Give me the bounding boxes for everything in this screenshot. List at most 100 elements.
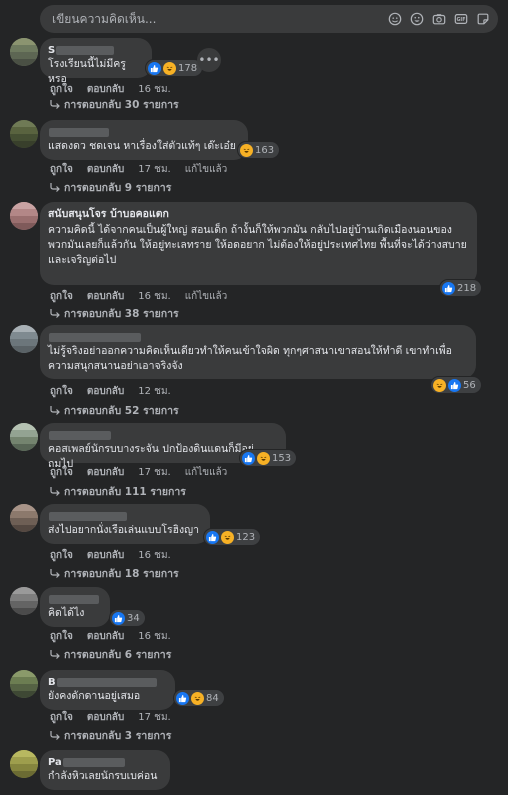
view-replies-link[interactable]: การตอบกลับ 9 รายการ	[50, 180, 171, 194]
comment-time[interactable]: 17 ชม.	[138, 162, 170, 177]
replies-count-label: การตอบกลับ 3 รายการ	[64, 729, 172, 742]
comment-text: ส่งไปอยากนั่งเรือเล่นแบบโรฮิงญา	[48, 524, 199, 536]
replies-count-label: การตอบกลับ 52 รายการ	[64, 404, 179, 417]
replies-count-label: การตอบกลับ 30 รายการ	[64, 98, 179, 111]
view-replies-link[interactable]: การตอบกลับ 18 รายการ	[50, 566, 179, 580]
reply-button[interactable]: ตอบกลับ	[87, 710, 124, 725]
like-button[interactable]: ถูกใจ	[50, 384, 73, 399]
comment-author[interactable]: S	[48, 44, 144, 57]
like-button[interactable]: ถูกใจ	[50, 465, 73, 480]
comment-input[interactable]	[50, 11, 387, 27]
avatar[interactable]	[10, 750, 38, 778]
like-reaction-icon	[206, 530, 219, 544]
reaction-count: 163	[255, 144, 275, 156]
like-button[interactable]: ถูกใจ	[50, 710, 73, 725]
replies-count-label: การตอบกลับ 6 รายการ	[64, 648, 172, 661]
view-replies-link[interactable]: การตอบกลับ 38 รายการ	[50, 306, 179, 320]
reaction-summary[interactable]: 84	[174, 690, 224, 706]
comment-text: ความคิดนี้ ได้จากคนเป็นผู้ใหญ่ สอนเด็ก ถ…	[48, 224, 467, 266]
reply-button[interactable]: ตอบกลับ	[87, 548, 124, 563]
reply-button[interactable]: ตอบกลับ	[87, 629, 124, 644]
comment-author[interactable]	[48, 510, 202, 523]
gif-icon[interactable]: GIF	[453, 12, 468, 27]
emoji-icon[interactable]	[409, 12, 424, 27]
replies-count-label: การตอบกลับ 9 รายการ	[64, 181, 172, 194]
like-button[interactable]: ถูกใจ	[50, 82, 73, 97]
comment-text: ยังคงดักดานอยู่เสมอ	[48, 690, 141, 702]
sticker-icon[interactable]	[475, 12, 490, 27]
author-name-blur	[49, 431, 111, 440]
reply-button[interactable]: ตอบกลับ	[87, 465, 124, 480]
comment-author[interactable]	[48, 593, 102, 606]
reaction-summary[interactable]: 163	[238, 142, 280, 158]
haha-reaction-icon	[163, 61, 176, 75]
author-name-blur	[49, 128, 109, 137]
comment-text: คิดได้ไง	[48, 607, 85, 619]
comment-time[interactable]: 17 ชม.	[138, 465, 170, 480]
reply-button[interactable]: ตอบกลับ	[87, 162, 124, 177]
svg-text:GIF: GIF	[456, 17, 465, 23]
reaction-summary[interactable]: 218	[440, 280, 482, 296]
comment-bubble: S โรงเรียนนี้ไม่มีครูหรอ	[40, 38, 152, 85]
like-button[interactable]: ถูกใจ	[50, 629, 73, 644]
reaction-summary[interactable]: 153	[240, 450, 297, 466]
avatar[interactable]	[10, 202, 38, 230]
view-replies-link[interactable]: การตอบกลับ 3 รายการ	[50, 728, 171, 742]
sticker-face-icon[interactable]	[387, 12, 402, 27]
view-replies-link[interactable]: การตอบกลับ 30 รายการ	[50, 97, 179, 111]
comment-author[interactable]	[48, 429, 278, 442]
comment-author[interactable]: B	[48, 676, 167, 689]
comment-time[interactable]: 16 ชม.	[138, 548, 170, 563]
reaction-summary[interactable]: 56	[431, 377, 481, 393]
comment-actions: ถูกใจ ตอบกลับ 16 ชม.	[50, 629, 171, 643]
replies-count-label: การตอบกลับ 38 รายการ	[64, 307, 179, 320]
avatar[interactable]	[10, 423, 38, 451]
view-replies-link[interactable]: การตอบกลับ 111 รายการ	[50, 484, 186, 498]
comment-bubble: คิดได้ไง	[40, 587, 110, 627]
comment-author[interactable]: Pa	[48, 756, 162, 769]
reaction-count: 34	[127, 612, 140, 624]
reaction-count: 153	[272, 452, 292, 464]
replies-count-label: การตอบกลับ 18 รายการ	[64, 567, 179, 580]
comment-time[interactable]: 12 ชม.	[138, 384, 170, 399]
reaction-count: 178	[178, 62, 198, 74]
like-button[interactable]: ถูกใจ	[50, 289, 73, 304]
reply-button[interactable]: ตอบกลับ	[87, 289, 124, 304]
camera-icon[interactable]	[431, 12, 446, 27]
comment-bubble: แสดงดว ชดเจน หาเรื่องใส่ตัวแท้ๆ เด๊ะเอ๋ย	[40, 120, 248, 160]
comment-time[interactable]: 16 ชม.	[138, 82, 170, 97]
comment-composer[interactable]: GIF	[40, 5, 498, 33]
reply-button[interactable]: ตอบกลับ	[87, 384, 124, 399]
comment-time[interactable]: 16 ชม.	[138, 289, 170, 304]
reply-button[interactable]: ตอบกลับ	[87, 82, 124, 97]
comment-text: แสดงดว ชดเจน หาเรื่องใส่ตัวแท้ๆ เด๊ะเอ๋ย	[48, 140, 236, 152]
like-reaction-icon	[448, 378, 461, 392]
avatar[interactable]	[10, 587, 38, 615]
reaction-count: 84	[206, 692, 219, 704]
reaction-summary[interactable]: 178	[146, 60, 203, 76]
avatar[interactable]	[10, 120, 38, 148]
avatar[interactable]	[10, 325, 38, 353]
haha-reaction-icon	[240, 143, 253, 157]
comment-time[interactable]: 16 ชม.	[138, 629, 170, 644]
comment-author[interactable]	[48, 126, 240, 139]
reaction-count: 56	[463, 379, 476, 391]
haha-reaction-icon	[221, 530, 234, 544]
comment-author[interactable]	[48, 331, 468, 344]
reaction-summary[interactable]: 123	[204, 529, 261, 545]
avatar[interactable]	[10, 504, 38, 532]
avatar[interactable]	[10, 670, 38, 698]
reaction-summary[interactable]: 34	[110, 610, 145, 626]
like-button[interactable]: ถูกใจ	[50, 162, 73, 177]
composer-icons: GIF	[387, 12, 490, 27]
more-options-button[interactable]: •••	[197, 48, 221, 72]
avatar[interactable]	[10, 38, 38, 66]
view-replies-link[interactable]: การตอบกลับ 52 รายการ	[50, 403, 179, 417]
haha-reaction-icon	[191, 691, 204, 705]
comment-author[interactable]: สนับสนุนโจร บ้าบอคอแตก	[48, 208, 469, 221]
like-button[interactable]: ถูกใจ	[50, 548, 73, 563]
view-replies-link[interactable]: การตอบกลับ 6 รายการ	[50, 647, 171, 661]
reply-arrow-icon	[50, 406, 60, 415]
comment-time[interactable]: 17 ชม.	[138, 710, 170, 725]
more-dots-icon: •••	[198, 53, 220, 67]
